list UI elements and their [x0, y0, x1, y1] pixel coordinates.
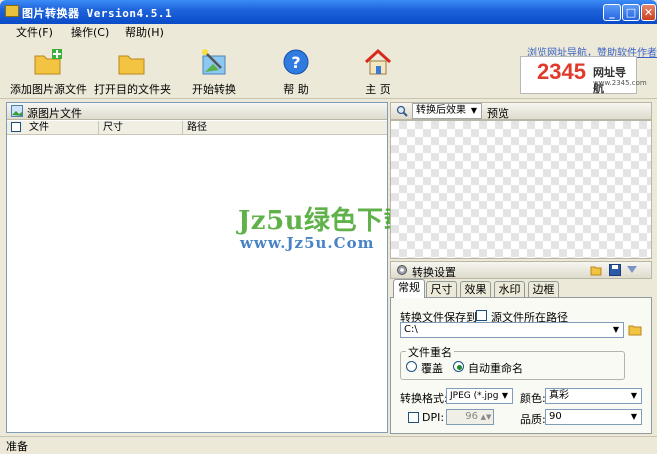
- overwrite-label: 覆盖: [421, 362, 443, 375]
- chevron-down-icon: ▼: [630, 391, 638, 400]
- open-folder-icon[interactable]: [590, 264, 603, 276]
- settings-general-pane: 转换文件保存到: 源文件所在路径 C:\ ▼ 文件重名 覆盖 自动重命名 转换格…: [390, 297, 652, 434]
- ad-logo[interactable]: 2345 网址导航 www.2345.com: [520, 56, 647, 95]
- source-panel-header: 源图片文件: [7, 103, 387, 120]
- column-size[interactable]: 尺寸: [99, 121, 183, 135]
- window-title: 图片转换器 Version4.5.1: [22, 7, 173, 20]
- help-icon: ?: [283, 49, 309, 75]
- format-value: JPEG (*.jpg: [450, 391, 499, 401]
- preview-mode-select[interactable]: 转换后效果 ▼: [412, 103, 482, 119]
- preview-mode-value: 转换后效果: [416, 105, 466, 116]
- dpi-input[interactable]: 96 ▲▼: [446, 409, 494, 425]
- color-select[interactable]: 真彩 ▼: [545, 388, 642, 404]
- minimize-button[interactable]: _: [603, 4, 621, 21]
- tab-border[interactable]: 边框: [528, 281, 559, 297]
- rename-group-label: 文件重名: [406, 344, 454, 360]
- menu-operation[interactable]: 操作(C): [71, 24, 109, 42]
- magnifier-icon: [396, 105, 408, 117]
- collapse-icon[interactable]: [627, 266, 637, 274]
- home-icon: [364, 48, 392, 75]
- help-label: 帮 助: [283, 83, 309, 96]
- open-target-button[interactable]: 打开目的文件夹: [94, 44, 171, 96]
- menu-file[interactable]: 文件(F): [16, 24, 53, 42]
- ad-logo-number: 2345: [537, 59, 586, 84]
- menu-help[interactable]: 帮助(H): [125, 24, 164, 42]
- preview-button[interactable]: 预览: [487, 105, 509, 121]
- gear-icon: [397, 265, 407, 275]
- maximize-button[interactable]: □: [622, 4, 640, 21]
- status-bar: 准备: [0, 436, 657, 453]
- folder-icon: [118, 55, 145, 75]
- color-label: 颜色:: [520, 392, 546, 405]
- column-path[interactable]: 路径: [183, 121, 387, 135]
- source-file-panel: 源图片文件 文件 尺寸 路径: [6, 102, 388, 433]
- quality-label: 品质:: [520, 413, 546, 426]
- svg-text:?: ?: [291, 53, 300, 72]
- add-source-label: 添加图片源文件: [10, 83, 87, 96]
- home-label: 主 页: [365, 83, 391, 96]
- quality-value: 90: [549, 411, 562, 422]
- spinner-icon: ▲▼: [480, 413, 492, 421]
- watermark-url: www.Jz5u.Com: [240, 234, 375, 252]
- overwrite-radio[interactable]: [406, 361, 417, 372]
- save-icon[interactable]: [609, 264, 621, 276]
- dpi-checkbox[interactable]: [408, 412, 419, 423]
- chevron-down-icon: ▼: [612, 325, 620, 334]
- column-file[interactable]: 文件: [25, 121, 99, 135]
- help-button[interactable]: ? 帮 助: [276, 44, 316, 96]
- image-icon: [11, 105, 23, 117]
- start-convert-label: 开始转换: [192, 83, 236, 96]
- settings-title: 转换设置: [412, 266, 456, 279]
- tab-effects[interactable]: 效果: [460, 281, 491, 297]
- auto-rename-radio[interactable]: [453, 361, 464, 372]
- home-button[interactable]: 主 页: [358, 44, 398, 96]
- auto-rename-label: 自动重命名: [468, 362, 523, 375]
- chevron-down-icon: ▼: [501, 391, 509, 400]
- source-path-checkbox[interactable]: [476, 310, 487, 321]
- color-value: 真彩: [549, 390, 569, 401]
- tab-general[interactable]: 常规: [393, 279, 425, 298]
- magic-wand-icon: [202, 49, 226, 75]
- title-bar[interactable]: 图片转换器 Version4.5.1 _ □ ✕: [0, 0, 657, 24]
- add-source-button[interactable]: 添加图片源文件: [10, 44, 87, 96]
- app-icon: [5, 5, 19, 17]
- format-select[interactable]: JPEG (*.jpg ▼: [446, 388, 513, 404]
- open-target-label: 打开目的文件夹: [94, 83, 171, 96]
- add-folder-icon: [34, 49, 62, 75]
- tab-size[interactable]: 尺寸: [426, 281, 457, 297]
- dpi-value: 96: [465, 411, 478, 422]
- file-list-header: 文件 尺寸 路径: [7, 121, 387, 135]
- close-button[interactable]: ✕: [641, 4, 656, 21]
- format-label: 转换格式:: [400, 392, 448, 405]
- watermark-title: Jz5u绿色下载: [238, 206, 411, 236]
- chevron-down-icon: ▼: [470, 106, 478, 115]
- chevron-down-icon: ▼: [630, 412, 638, 421]
- save-path-select[interactable]: C:\ ▼: [400, 322, 624, 338]
- menu-bar: 文件(F) 操作(C) 帮助(H): [0, 24, 657, 42]
- preview-canvas: [390, 120, 652, 259]
- source-panel-title: 源图片文件: [27, 107, 82, 120]
- browse-folder-icon[interactable]: [628, 323, 642, 336]
- start-convert-button[interactable]: 开始转换: [186, 44, 242, 96]
- select-all-checkbox[interactable]: [11, 122, 21, 132]
- save-path-value: C:\: [404, 324, 418, 335]
- ad-logo-url: www.2345.com: [593, 79, 647, 87]
- dpi-label: DPI:: [422, 411, 445, 424]
- quality-select[interactable]: 90 ▼: [545, 409, 642, 425]
- file-list[interactable]: [7, 136, 387, 432]
- preview-toolbar: 转换后效果 ▼ 预览: [390, 102, 652, 120]
- settings-header: 转换设置: [390, 261, 652, 279]
- tab-watermark[interactable]: 水印: [494, 281, 525, 297]
